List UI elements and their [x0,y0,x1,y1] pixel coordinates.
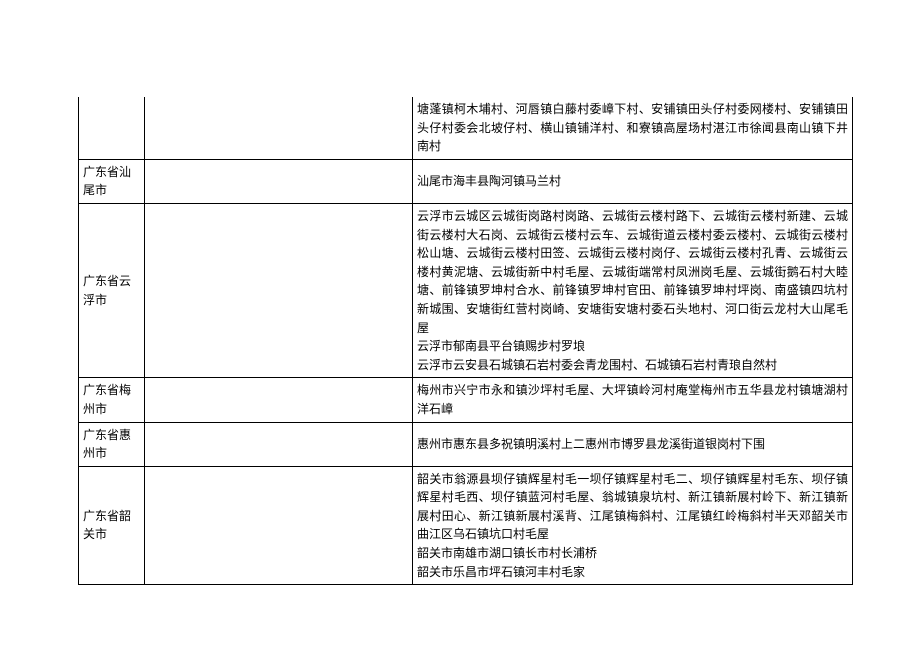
document-page: 塘蓬镇柯木埔村、河唇镇白藤村委嶂下村、安铺镇田头仔村委网楼村、安铺镇田头仔村委会… [0,0,920,651]
region-cell: 广东省惠州市 [79,422,145,466]
content-cell: 梅州市兴宁市永和镇沙坪村毛屋、大坪镇岭河村庵堂梅州市五华县龙村镇塘湖村洋石嶂 [413,378,853,422]
region-cell: 广东省韶关市 [79,466,145,585]
mid-cell [145,97,413,159]
table-row: 广东省云浮市 云浮市云城区云城街岗路村岗路、云城街云楼村路下、云城街云楼村新建、… [79,203,853,377]
mid-cell [145,466,413,585]
content-cell: 惠州市惠东县多祝镇明溪村上二惠州市博罗县龙溪街道银岗村下围 [413,422,853,466]
table-row: 塘蓬镇柯木埔村、河唇镇白藤村委嶂下村、安铺镇田头仔村委网楼村、安铺镇田头仔村委会… [79,97,853,159]
table-row: 广东省汕尾市 汕尾市海丰县陶河镇马兰村 [79,159,853,203]
mid-cell [145,159,413,203]
content-cell: 塘蓬镇柯木埔村、河唇镇白藤村委嶂下村、安铺镇田头仔村委网楼村、安铺镇田头仔村委会… [413,97,853,159]
content-cell: 汕尾市海丰县陶河镇马兰村 [413,159,853,203]
mid-cell [145,378,413,422]
mid-cell [145,422,413,466]
region-table: 塘蓬镇柯木埔村、河唇镇白藤村委嶂下村、安铺镇田头仔村委网楼村、安铺镇田头仔村委会… [78,97,853,585]
content-cell: 韶关市翁源县坝仔镇辉星村毛一坝仔镇辉星村毛二、坝仔镇辉星村毛东、坝仔镇辉星村毛西… [413,466,853,585]
region-cell: 广东省汕尾市 [79,159,145,203]
table-row: 广东省韶关市 韶关市翁源县坝仔镇辉星村毛一坝仔镇辉星村毛二、坝仔镇辉星村毛东、坝… [79,466,853,585]
region-cell: 广东省云浮市 [79,203,145,377]
table-row: 广东省惠州市 惠州市惠东县多祝镇明溪村上二惠州市博罗县龙溪街道银岗村下围 [79,422,853,466]
region-cell [79,97,145,159]
region-cell: 广东省梅州市 [79,378,145,422]
content-cell: 云浮市云城区云城街岗路村岗路、云城街云楼村路下、云城街云楼村新建、云城街云楼村大… [413,203,853,377]
mid-cell [145,203,413,377]
table-row: 广东省梅州市 梅州市兴宁市永和镇沙坪村毛屋、大坪镇岭河村庵堂梅州市五华县龙村镇塘… [79,378,853,422]
